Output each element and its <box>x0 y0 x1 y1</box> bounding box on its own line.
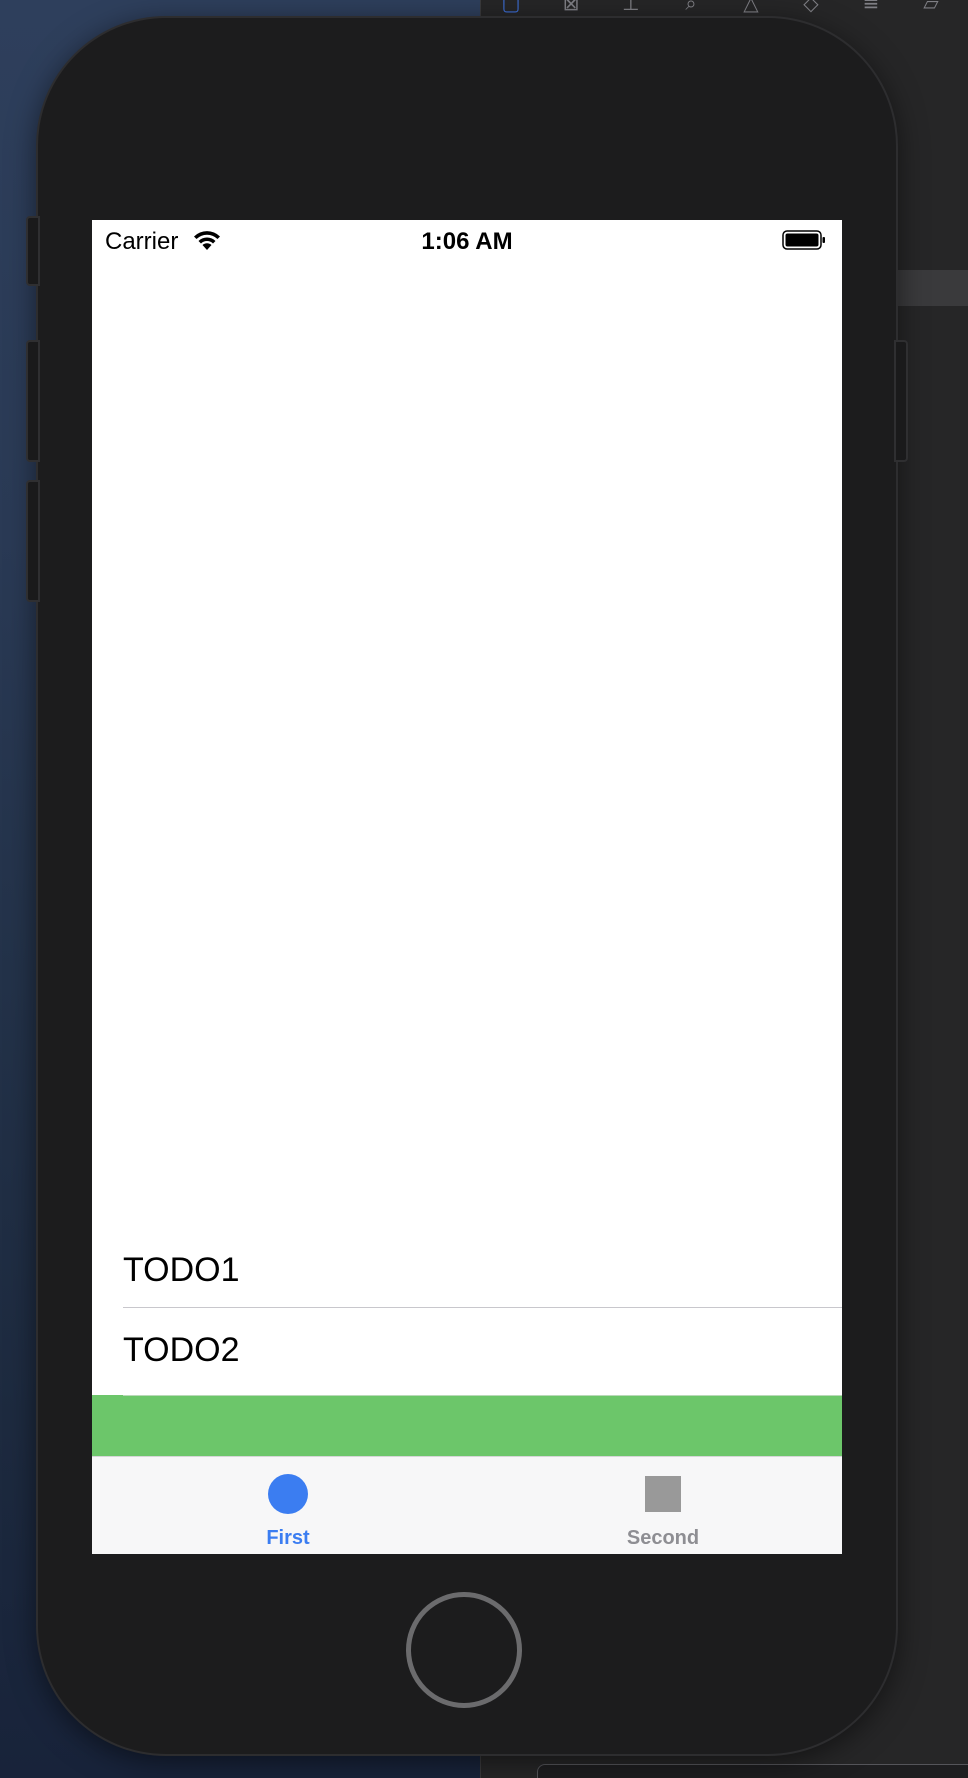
mute-switch <box>26 216 40 286</box>
tab-bar: First Second <box>92 1456 842 1554</box>
hierarchy-icon[interactable]: ⊥ <box>601 0 661 14</box>
list-item-label: TODO2 <box>123 1331 240 1369</box>
tab-second[interactable]: Second <box>563 1457 763 1554</box>
desktop-background: ▢ ⊠ ⊥ ⌕ △ ◇ ≡ ▱ Carrier 1:06 AM TODO1 TO… <box>0 0 968 1778</box>
square-icon <box>645 1476 681 1512</box>
power-button <box>894 340 908 462</box>
volume-down-button <box>26 480 40 602</box>
tab-first[interactable]: First <box>188 1457 388 1554</box>
label-icon[interactable]: ▱ <box>901 0 961 14</box>
file-navigator-icon[interactable]: ▢ <box>481 0 541 14</box>
tab-label: First <box>266 1527 310 1549</box>
list-item-label: TODO1 <box>123 1251 240 1289</box>
volume-up-button <box>26 340 40 462</box>
list-item[interactable]: TODO2 <box>92 1308 842 1395</box>
battery-full-icon <box>782 230 825 250</box>
row-separator <box>123 1395 842 1396</box>
tab-label: Second <box>626 1527 700 1549</box>
xcode-filter-field[interactable] <box>537 1764 968 1778</box>
home-button[interactable] <box>406 1592 522 1708</box>
circle-icon <box>268 1474 308 1514</box>
status-time: 1:06 AM <box>421 228 513 255</box>
status-bar: Carrier 1:06 AM <box>92 220 842 260</box>
image-icon[interactable]: ⊠ <box>541 0 601 14</box>
search-icon[interactable]: ⌕ <box>661 0 721 14</box>
list-item[interactable]: TODO1 <box>92 1228 842 1316</box>
app-screen: Carrier 1:06 AM TODO1 TODO2 First Second <box>92 220 842 1554</box>
warning-icon[interactable]: △ <box>721 0 781 14</box>
list-icon[interactable]: ≡ <box>841 0 901 14</box>
breakpoint-icon[interactable]: ◇ <box>781 0 841 14</box>
